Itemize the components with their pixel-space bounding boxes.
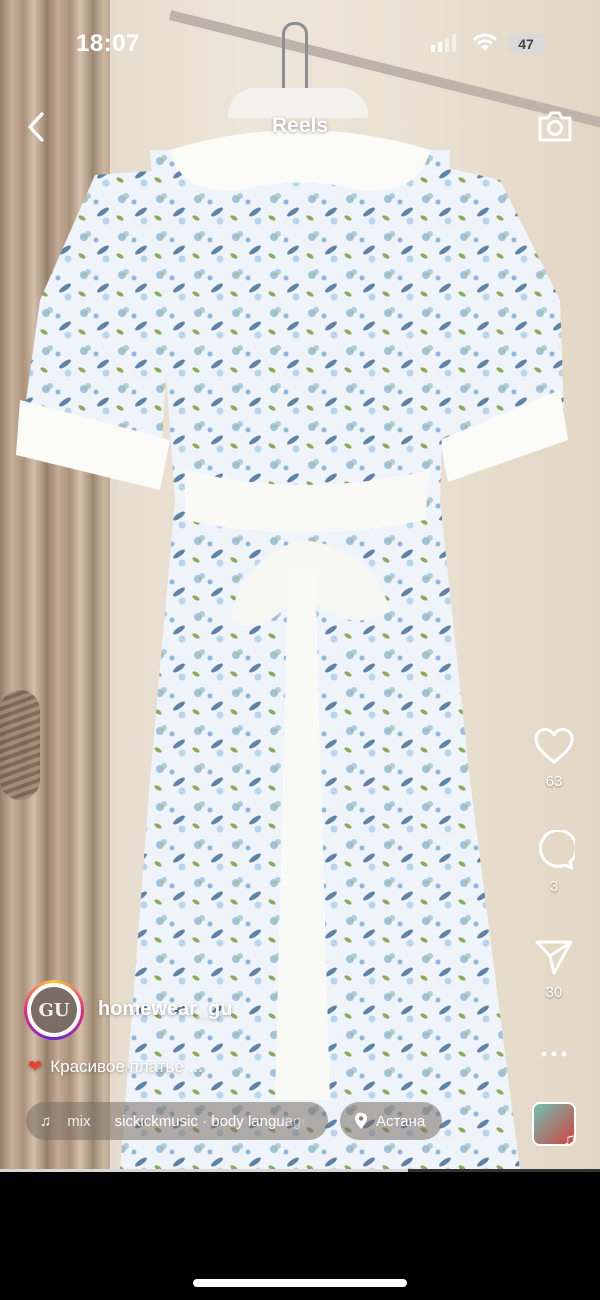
location-name: Астана <box>376 1112 426 1130</box>
wifi-icon <box>473 33 497 51</box>
playback-progress[interactable] <box>0 1169 600 1172</box>
status-time: 18:07 <box>76 30 140 57</box>
music-note-icon: ♫ <box>563 1130 576 1149</box>
location-pill[interactable]: Астана <box>340 1102 442 1140</box>
playback-progress-fill <box>0 1169 408 1172</box>
caption[interactable]: ❤ Красивое платье ... <box>28 1057 203 1077</box>
comment-count: 3 <box>549 878 559 895</box>
sparkling-heart-icon: ❤ <box>28 1057 43 1076</box>
music-note-icon: ♫ <box>40 1112 52 1130</box>
home-indicator[interactable] <box>193 1279 407 1287</box>
music-pill[interactable]: ♫ mix sickickmusic · body language <box>26 1102 328 1140</box>
avatar[interactable]: GU <box>24 980 84 1040</box>
reel-video[interactable] <box>0 0 600 1170</box>
location-pin-icon <box>355 1112 367 1129</box>
cellular-signal-icon <box>431 34 456 52</box>
caption-text: Красивое платье ... <box>50 1057 203 1076</box>
send-paper-plane-icon <box>535 940 573 975</box>
battery-icon: 47 <box>508 34 548 54</box>
share-count: 30 <box>545 984 563 1001</box>
username[interactable]: homewear_gu <box>98 998 232 1021</box>
reels-screen: 18:07 47 Reels 63 3 30 ♫ GU homewear_gu … <box>0 0 600 1300</box>
share-button[interactable]: 30 <box>526 938 582 1001</box>
heart-icon <box>534 728 574 764</box>
like-count: 63 <box>545 773 563 790</box>
comment-bubble-icon <box>538 830 575 870</box>
music-track-title: sickickmusic · body language <box>114 1112 310 1130</box>
avatar-logo: GU <box>31 987 77 1033</box>
music-mix-label: mix <box>67 1112 91 1130</box>
more-options-icon[interactable] <box>540 1044 568 1064</box>
camera-icon[interactable] <box>536 108 574 144</box>
dress-image <box>16 130 568 1170</box>
page-title: Reels <box>271 114 329 137</box>
comment-button[interactable]: 3 <box>526 830 582 895</box>
like-button[interactable]: 63 <box>526 727 582 790</box>
